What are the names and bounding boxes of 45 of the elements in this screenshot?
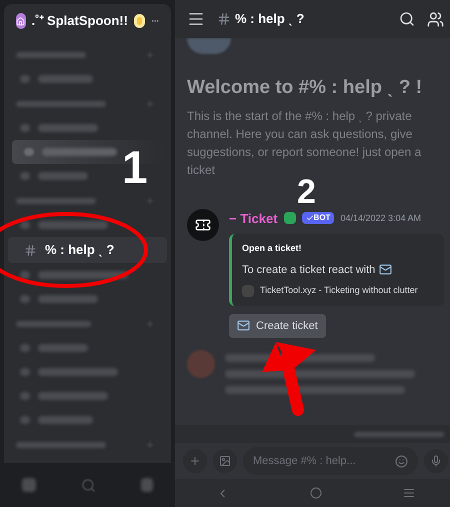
envelope-icon: [379, 263, 392, 276]
members-icon[interactable]: [427, 10, 444, 28]
user-avatar: [187, 350, 215, 378]
image-icon: [219, 455, 231, 467]
channel-title: % : help ˎ ?: [235, 10, 304, 28]
blurred-text: [38, 392, 108, 400]
message-field[interactable]: Message #% : help...: [243, 447, 418, 475]
message-time: 04/14/2022 3:04 AM: [340, 212, 422, 224]
mic-icon: [430, 455, 442, 467]
home-icon: [16, 13, 26, 29]
gallery-button[interactable]: [213, 449, 237, 473]
home-icon[interactable]: [310, 487, 322, 499]
welcome-title: Welcome to #% : help ˎ ? !: [187, 76, 424, 100]
hash-icon: [24, 244, 37, 256]
plus-icon: [189, 455, 201, 467]
mic-button[interactable]: [424, 449, 448, 473]
hash-icon: [217, 12, 231, 26]
author-name: − Ticket: [229, 210, 278, 228]
search-icon[interactable]: [399, 11, 415, 27]
emoji-icon[interactable]: [395, 454, 408, 468]
blurred-text: [38, 221, 108, 229]
embed-text: To create a ticket react with: [242, 262, 376, 278]
dragon-icon: [284, 212, 296, 224]
recents-icon[interactable]: [403, 487, 416, 499]
blurred-text: [38, 344, 88, 352]
server-name[interactable]: .˚⁺ SplatSpoon!!: [32, 11, 128, 31]
channel-item[interactable]: % : help ˎ ?: [8, 237, 167, 263]
message-input[interactable]: Message #% : help...: [253, 447, 395, 475]
create-ticket-button[interactable]: Create ticket: [229, 314, 326, 338]
blurred-text: [38, 75, 93, 83]
blurred-text: [38, 416, 93, 424]
blurred-text: [16, 52, 86, 58]
embed-title: Open a ticket!: [242, 242, 303, 255]
annotation-number: 1: [122, 144, 148, 190]
bot-badge: BOT: [302, 212, 334, 224]
blurred-text: [38, 124, 98, 132]
bot-avatar: [187, 208, 219, 240]
embed-footer: TicketTool.xyz - Ticketing without clutter: [260, 284, 418, 298]
footer-icon: [242, 284, 254, 297]
blurred-text: [38, 295, 98, 303]
envelope-icon: [237, 319, 250, 332]
channel-avatar: [187, 38, 231, 54]
menu-icon[interactable]: [187, 10, 205, 28]
blurred-text: [38, 172, 88, 180]
add-button[interactable]: [183, 449, 207, 473]
